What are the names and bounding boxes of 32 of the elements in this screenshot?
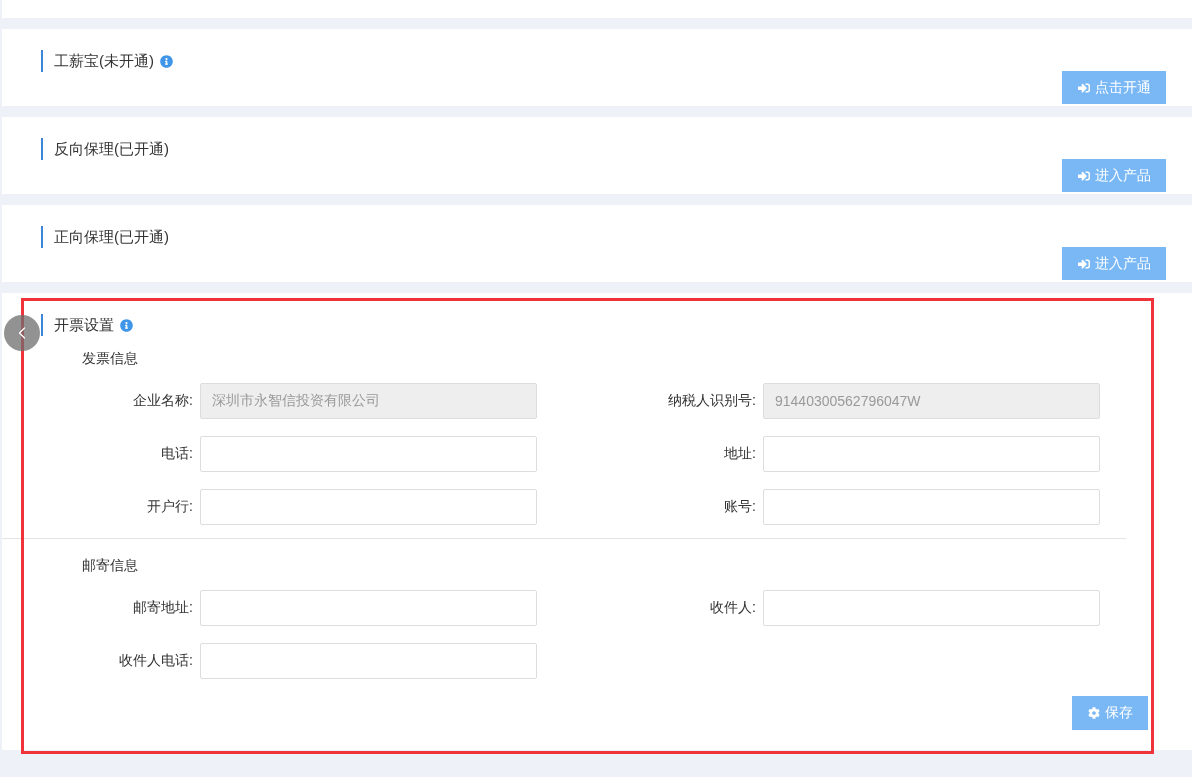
subsection-title: 发票信息 xyxy=(81,349,139,368)
field-label: 企业名称: xyxy=(132,392,193,410)
field-label: 地址: xyxy=(723,445,756,463)
product-button[interactable]: 进入产品 xyxy=(1062,247,1166,280)
sign-in-icon xyxy=(1077,169,1090,182)
field-label: 开户行: xyxy=(146,498,193,516)
field-label: 邮寄地址: xyxy=(132,599,193,617)
input-field[interactable] xyxy=(763,590,1100,626)
product-title: 工薪宝(未开通) xyxy=(41,50,154,72)
field-label: 收件人电话: xyxy=(118,652,193,670)
input-field[interactable] xyxy=(200,489,537,525)
field-label: 账号: xyxy=(723,498,756,516)
info-icon[interactable] xyxy=(160,54,173,68)
gear-icon xyxy=(1087,707,1100,719)
input-field[interactable] xyxy=(763,436,1100,472)
field-label: 纳税人识别号: xyxy=(667,392,756,410)
field-label: 收件人: xyxy=(709,599,756,617)
save-button[interactable]: 保存 xyxy=(1072,696,1148,730)
section-title: 开票设置 xyxy=(41,314,114,336)
sign-in-icon xyxy=(1077,257,1090,270)
input-field[interactable] xyxy=(200,643,537,679)
product-title: 正向保理(已开通) xyxy=(41,226,169,248)
product-button[interactable]: 点击开通 xyxy=(1062,71,1166,104)
product-button[interactable]: 进入产品 xyxy=(1062,159,1166,192)
input-field[interactable] xyxy=(763,489,1100,525)
subsection-title: 邮寄信息 xyxy=(81,556,139,575)
product-title: 反向保理(已开通) xyxy=(41,138,169,160)
input-field[interactable] xyxy=(200,436,537,472)
sign-in-icon xyxy=(1077,81,1090,94)
info-icon[interactable] xyxy=(120,318,133,332)
field-label: 电话: xyxy=(160,445,193,463)
input-field[interactable] xyxy=(200,590,537,626)
